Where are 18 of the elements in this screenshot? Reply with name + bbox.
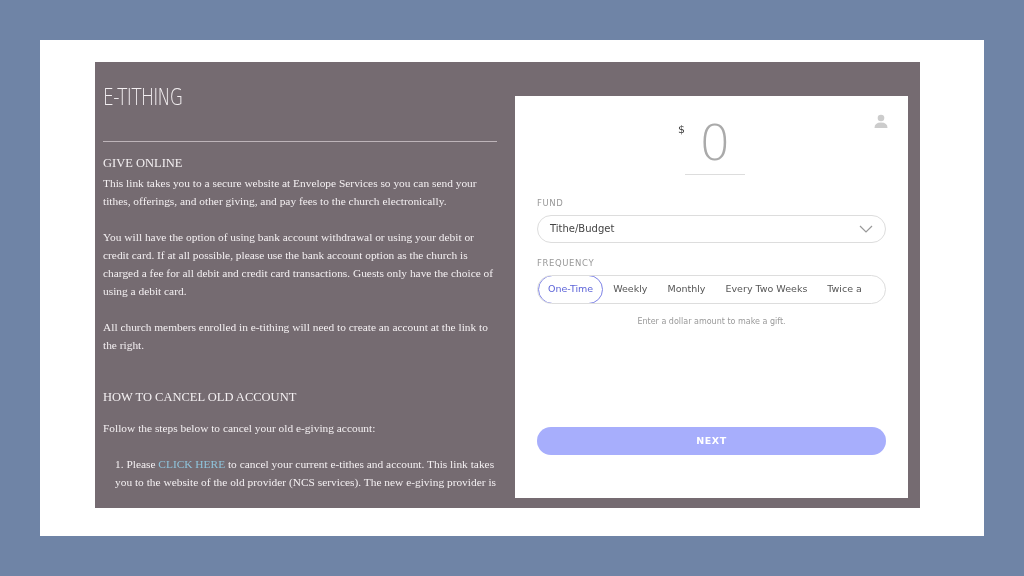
- step-text: 1. Please CLICK HERE to cancel your current e-tithes and account. This link takes you to the website of the old provider (NCS services). The new e-giving provider is: [114, 457, 497, 490]
- hint-text: Enter a dollar amount to make a gift.: [636, 315, 787, 328]
- field-label: FREQUENCY: [537, 256, 596, 270]
- paragraph: Follow the steps below to cancel your old e-giving account:: [103, 421, 377, 436]
- chevron-down-icon: [859, 224, 873, 233]
- frequency-option[interactable]: Twice a: [817, 275, 872, 303]
- user-icon[interactable]: [874, 114, 888, 128]
- paragraph: You will have the option of using bank account withdrawal or using your debit or credit card. If at all possible, please use the bank account option as the church is charged a fee for all debit and credit card transactions. Guests only have the choice of using a debit card.: [103, 230, 495, 299]
- field-label: FUND: [537, 197, 565, 210]
- frequency-option[interactable]: Every Two Weeks: [715, 275, 818, 303]
- paragraph: This link takes you to a secure website at Envelope Services so you can send your tithes, offerings, and other giving, and pay fees to the church electronically.: [103, 176, 478, 209]
- currency-symbol: $: [678, 122, 686, 138]
- paragraph: All church members enrolled in e-tithing will need to create an account at the link to the right.: [103, 320, 489, 353]
- frequency-option[interactable]: Monthly: [657, 275, 716, 303]
- section-heading: HOW TO CANCEL OLD ACCOUNT: [103, 390, 298, 405]
- page-title: E-TITHING: [103, 88, 183, 112]
- frequency-option[interactable]: Weekly: [603, 275, 658, 303]
- section-heading: GIVE ONLINE: [103, 156, 184, 171]
